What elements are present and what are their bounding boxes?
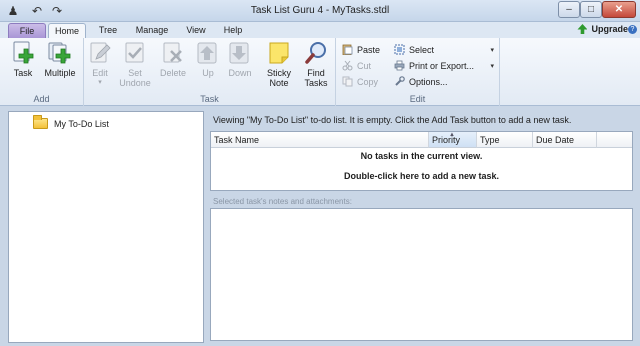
delete-task-button[interactable]: Delete: [158, 40, 188, 78]
minimize-button[interactable]: –: [558, 1, 580, 18]
set-undone-label: Set Undone: [119, 68, 151, 88]
print-export-button[interactable]: Print or Export... ▾: [394, 58, 494, 73]
options-label: Options...: [409, 76, 448, 87]
pencil-icon: [88, 41, 112, 65]
move-down-label: Down: [228, 68, 252, 78]
tab-help[interactable]: Help: [218, 23, 248, 38]
clipboard-icon: [342, 44, 353, 56]
scissors-icon: [342, 60, 353, 71]
printer-icon: [394, 60, 405, 71]
group-label-add: Add: [33, 94, 50, 104]
sticky-note-icon: [267, 41, 291, 65]
upgrade-button[interactable]: Upgrade: [577, 24, 628, 34]
column-header-priority[interactable]: ▲ Priority: [429, 132, 477, 148]
copy-icon: [342, 76, 353, 87]
add-task-label: Task: [13, 68, 33, 78]
paste-label: Paste: [357, 44, 381, 55]
column-header-task-name[interactable]: Task Name: [211, 132, 429, 148]
upgrade-arrow-icon: [577, 24, 588, 34]
ribbon-group-edit: Paste Cut Copy Select ▾ Print or Export.…: [336, 38, 500, 106]
tree-item-label: My To-Do List: [54, 118, 109, 129]
group-label-task: Task: [200, 94, 219, 104]
ribbon: Task Multiple Add Edit ▾ Set Undone Dele…: [0, 38, 640, 106]
tab-manage[interactable]: Manage: [130, 23, 174, 38]
add-multiple-label: Multiple: [44, 68, 76, 78]
notes-label: Selected task's notes and attachments:: [213, 197, 352, 206]
close-button[interactable]: ✕: [602, 1, 636, 18]
select-icon: [394, 44, 405, 55]
find-tasks-label: Find Tasks: [304, 68, 328, 88]
notes-attachments-area[interactable]: [210, 208, 633, 341]
column-header-priority-label: Priority: [432, 135, 461, 145]
arrow-up-icon: [196, 41, 220, 65]
maximize-button[interactable]: □: [580, 1, 602, 18]
add-task-button[interactable]: Task: [8, 40, 38, 78]
set-undone-button[interactable]: Set Undone: [118, 40, 152, 88]
find-tasks-button[interactable]: Find Tasks: [302, 40, 330, 88]
move-up-button[interactable]: Up: [196, 40, 220, 78]
move-up-label: Up: [202, 68, 214, 78]
sticky-note-button[interactable]: Sticky Note: [264, 40, 294, 88]
arrow-down-icon: [228, 41, 252, 65]
tab-view[interactable]: View: [180, 23, 212, 38]
window-title: Task List Guru 4 - MyTasks.stdl: [250, 5, 390, 16]
tab-tree[interactable]: Tree: [92, 23, 124, 38]
select-button[interactable]: Select ▾: [394, 42, 494, 57]
options-button[interactable]: Options...: [394, 74, 448, 89]
print-export-label: Print or Export...: [409, 60, 475, 71]
column-header-filler: [597, 132, 632, 148]
tree-item-my-todo-list[interactable]: My To-Do List: [33, 115, 109, 129]
add-multiple-icon: [48, 41, 72, 65]
add-multiple-button[interactable]: Multiple: [42, 40, 78, 78]
title-bar: ♟ ↶ ↷ Task List Guru 4 - MyTasks.stdl – …: [0, 0, 640, 22]
checkmark-icon: [123, 41, 147, 65]
paste-button[interactable]: Paste: [342, 42, 380, 57]
tab-file[interactable]: File: [8, 23, 46, 38]
copy-label: Copy: [357, 76, 379, 87]
wrench-icon: [394, 76, 405, 87]
column-header-type[interactable]: Type: [477, 132, 533, 148]
sort-ascending-icon: ▲: [449, 132, 455, 138]
empty-list-message: No tasks in the current view.: [360, 151, 483, 161]
copy-button[interactable]: Copy: [342, 74, 378, 89]
edit-task-button[interactable]: Edit ▾: [88, 40, 112, 86]
select-dropdown-icon: ▾: [490, 46, 494, 54]
add-task-hint[interactable]: Double-click here to add a new task.: [211, 171, 632, 181]
help-icon[interactable]: ?: [628, 25, 637, 34]
ribbon-group-task: Edit ▾ Set Undone Delete Up Down Sticky …: [84, 38, 336, 106]
edit-dropdown-icon: ▾: [98, 79, 102, 86]
print-dropdown-icon: ▾: [490, 62, 494, 70]
magnifier-icon: [304, 41, 328, 65]
select-label: Select: [409, 44, 435, 55]
tab-home[interactable]: Home: [48, 23, 86, 38]
cut-button[interactable]: Cut: [342, 58, 371, 73]
column-header-due-date[interactable]: Due Date: [533, 132, 597, 148]
upgrade-label: Upgrade: [591, 24, 628, 34]
move-down-button[interactable]: Down: [228, 40, 252, 78]
add-task-icon: [11, 41, 35, 65]
ribbon-group-add: Task Multiple Add: [0, 38, 84, 106]
viewing-status-text: Viewing "My To-Do List" to-do list. It i…: [213, 115, 572, 125]
todo-list-tree[interactable]: My To-Do List: [8, 111, 204, 343]
folder-icon: [33, 115, 48, 129]
delete-icon: [161, 41, 185, 65]
delete-task-label: Delete: [159, 68, 186, 78]
task-grid[interactable]: Task Name ▲ Priority Type Due Date No ta…: [210, 131, 633, 191]
ribbon-tab-bar: File Home Tree Manage View Help Upgrade …: [0, 22, 640, 38]
group-label-edit: Edit: [409, 94, 426, 104]
sticky-note-label: Sticky Note: [266, 68, 291, 88]
cut-label: Cut: [357, 60, 372, 71]
edit-task-label: Edit: [92, 68, 108, 78]
